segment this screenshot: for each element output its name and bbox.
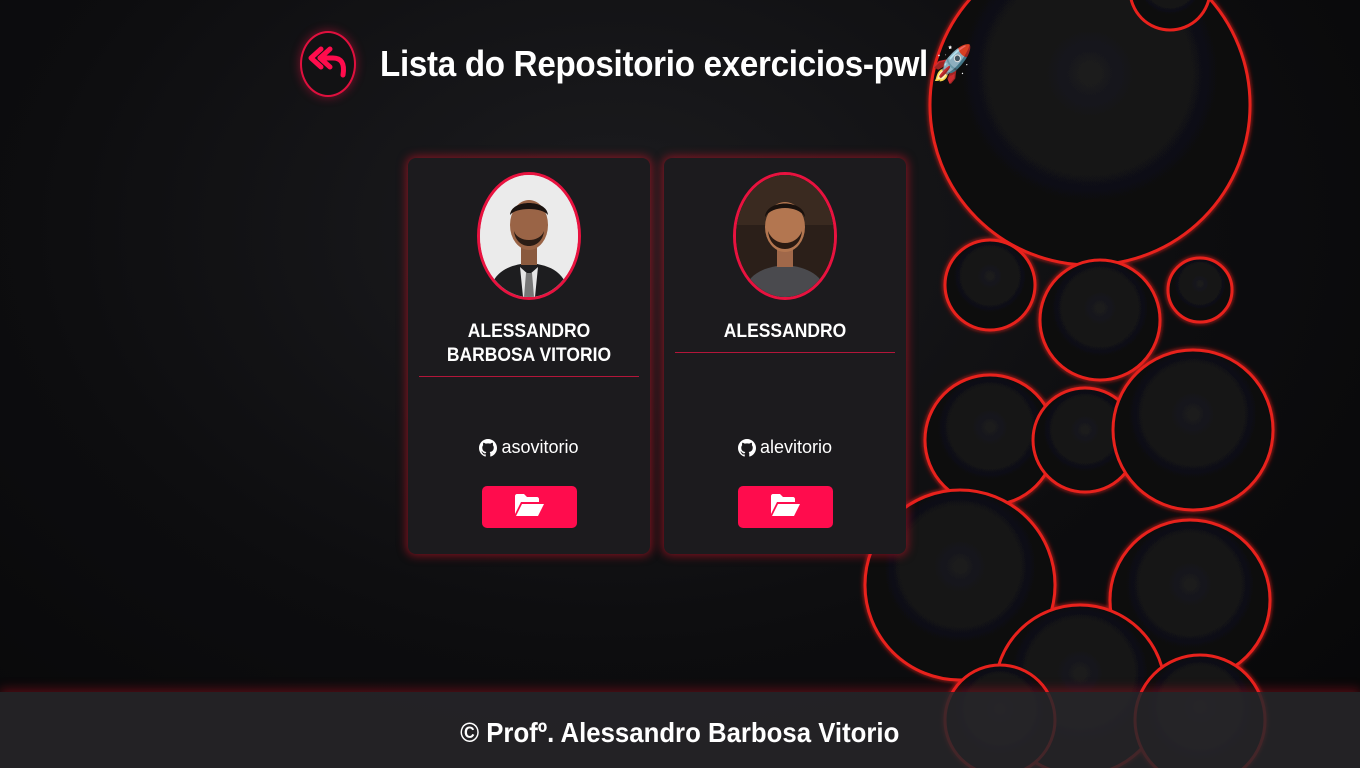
rocket-emoji: 🚀 [931, 43, 973, 84]
github-icon [737, 438, 756, 457]
page-footer: © Profº. Alessandro Barbosa Vitorio [0, 692, 1360, 768]
card-divider [675, 352, 895, 353]
page-title: Lista do Repositorio exercicios-pwl 🚀 [380, 43, 973, 85]
github-link[interactable]: alevitorio [737, 437, 833, 458]
repository-cards: ALESSANDRO BARBOSA VITORIO asovitorio AL… [408, 158, 906, 554]
card-name: ALESSANDRO [723, 321, 847, 342]
profile-card: ALESSANDRO BARBOSA VITORIO asovitorio [408, 158, 650, 554]
profile-card: ALESSANDRO alevitorio [664, 158, 906, 554]
folder-open-icon [513, 492, 545, 523]
open-repository-button[interactable] [737, 486, 833, 528]
github-username: alevitorio [759, 437, 833, 457]
github-link[interactable]: asovitorio [479, 437, 579, 458]
avatar [733, 172, 837, 300]
card-divider [419, 376, 639, 377]
page-header: Lista do Repositorio exercicios-pwl 🚀 [300, 28, 1024, 100]
reply-all-icon [307, 43, 349, 86]
folder-open-icon [769, 492, 801, 523]
github-icon [479, 438, 498, 457]
decorative-bubbles [863, 0, 1275, 768]
page-title-text: Lista do Repositorio exercicios-pwl [380, 43, 928, 84]
back-button[interactable] [300, 31, 356, 97]
copyright-text: © Profº. Alessandro Barbosa Vitorio [460, 717, 900, 748]
github-username: asovitorio [501, 437, 579, 457]
open-repository-button[interactable] [481, 486, 577, 528]
avatar [477, 172, 581, 300]
card-name: ALESSANDRO BARBOSA VITORIO [446, 321, 612, 366]
